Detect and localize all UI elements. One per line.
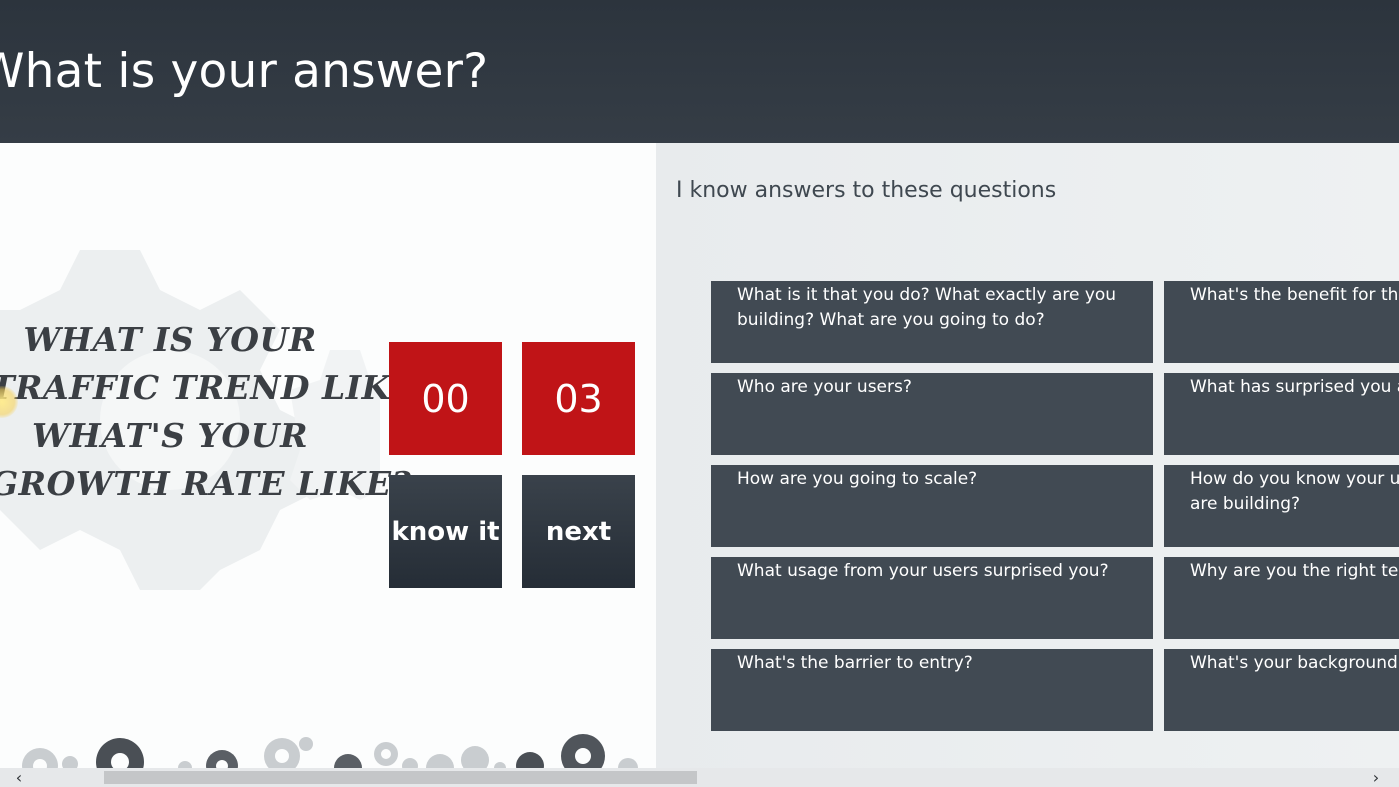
scroll-thumb[interactable] [104,771,697,784]
known-question-card[interactable]: Who are your users? [711,373,1153,455]
known-question-card[interactable]: What is it that you do? What exactly are… [711,281,1153,363]
question-line: GROWTH RATE LIKE? [0,464,412,503]
known-question-card[interactable]: What usage from your users surprised you… [711,557,1153,639]
known-question-card[interactable]: What's the barrier to entry? [711,649,1153,731]
app-header: What is your answer? [0,0,1399,143]
known-question-card[interactable]: How are you going to scale? [711,465,1153,547]
card-line: How do you know your us [1190,469,1399,489]
scroll-left-icon[interactable]: ‹ [10,768,28,787]
card-line: are building? [1190,494,1301,514]
question-line: TRAFFIC TREND LIKE? [0,368,437,407]
scroll-right-icon[interactable]: › [1367,768,1385,787]
next-button[interactable]: next [522,475,635,588]
known-question-card[interactable]: Why are you the right tear [1164,557,1399,639]
question-text: WHAT IS YOUR TRAFFIC TREND LIKE? WHAT'S … [0,316,437,508]
question-line: WHAT IS YOUR [23,320,317,359]
known-question-card[interactable]: What has surprised you ab [1164,373,1399,455]
known-question-card[interactable]: What's the benefit for the [1164,281,1399,363]
page-title: What is your answer? [0,44,489,99]
known-question-card[interactable]: What's your background in [1164,649,1399,731]
timer-minutes: 00 [389,342,502,455]
timer-seconds: 03 [522,342,635,455]
gears-decoration-icon [22,734,638,774]
known-section-label: I know answers to these questions [676,178,1057,203]
know-it-button[interactable]: know it [389,475,502,588]
known-question-card[interactable]: How do you know your us are building? [1164,465,1399,547]
horizontal-scrollbar[interactable]: ‹ › [0,768,1399,787]
question-line: WHAT'S YOUR [31,416,309,455]
